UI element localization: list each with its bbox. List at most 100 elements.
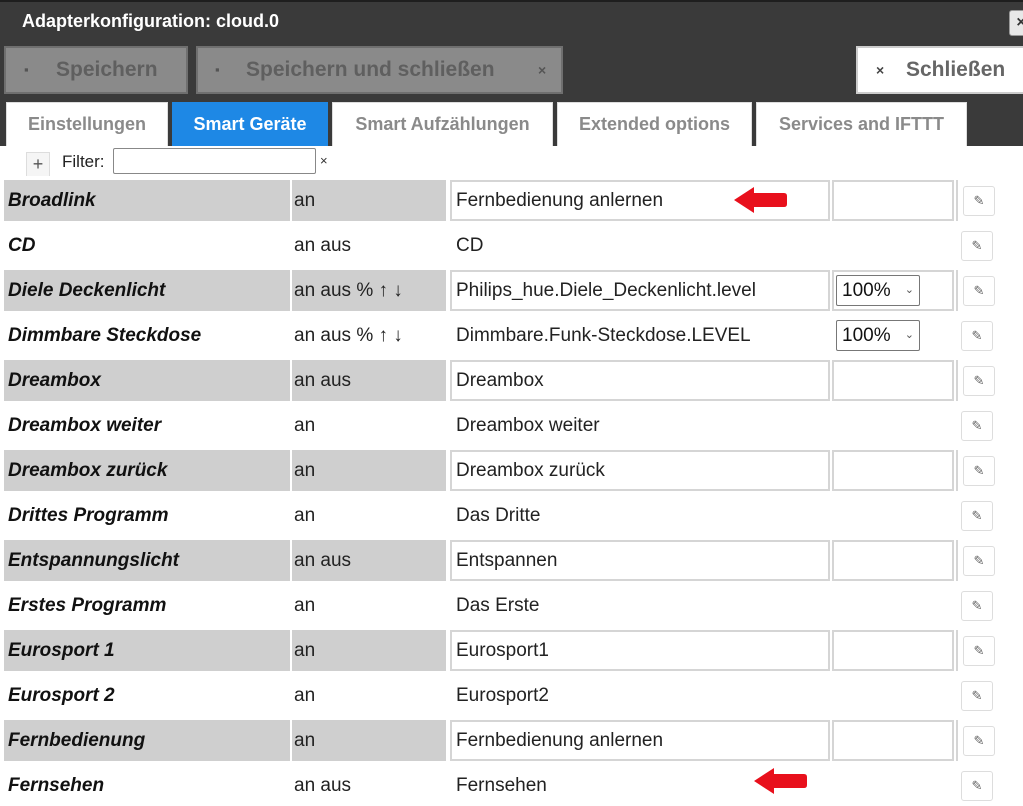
table-row: Dreambox an aus Dreambox ✎: [0, 358, 1023, 403]
edit-cell: ✎: [956, 180, 1023, 221]
tab-services-ifttt[interactable]: Services and IFTTT: [756, 102, 967, 146]
title-bar: Adapterkonfiguration: cloud.0 ×: [0, 0, 1023, 42]
devices-table: Broadlink an Fernbedienung anlernen ✎ CD an a…: [0, 178, 1023, 806]
table-row: Dimmbare Steckdose an aus % ↑ ↓ Dimmbare.F…: [0, 313, 1023, 358]
close-label: Schließen: [906, 58, 1006, 81]
device-actions: an aus: [292, 540, 446, 581]
pencil-icon[interactable]: ✎: [961, 681, 993, 711]
device-actions: an: [292, 450, 446, 491]
red-arrow-icon: [734, 187, 787, 213]
device-extra-cell: 100% ⌄: [832, 270, 954, 311]
tab-smart-aufzaehlungen[interactable]: Smart Aufzählungen: [332, 102, 553, 146]
pencil-icon[interactable]: ✎: [961, 411, 993, 441]
device-name: Fernsehen: [8, 775, 105, 796]
device-actions: an: [294, 685, 316, 706]
edit-cell: ✎: [956, 585, 1023, 626]
table-row: Fernsehen an aus Fernsehen ✎: [0, 763, 1023, 806]
clear-filter-icon[interactable]: ×: [320, 153, 328, 168]
pencil-icon[interactable]: ✎: [963, 456, 995, 486]
device-extra-cell: [832, 630, 954, 671]
edit-cell: ✎: [956, 360, 1023, 401]
device-actions: an: [294, 505, 316, 526]
disk-icon: ▪: [215, 62, 220, 77]
device-extra-cell: [832, 675, 954, 716]
device-name: Broadlink: [4, 180, 290, 221]
device-id-field[interactable]: Das Dritte: [450, 495, 830, 536]
edit-cell: ✎: [956, 720, 1023, 761]
edit-cell: ✎: [956, 270, 1023, 311]
pencil-icon[interactable]: ✎: [961, 231, 993, 261]
device-name: Erstes Programm: [8, 595, 167, 616]
device-extra-cell: [832, 405, 954, 446]
pencil-icon[interactable]: ✎: [963, 636, 995, 666]
device-id-field[interactable]: Das Erste: [450, 585, 830, 626]
device-name: Eurosport 2: [8, 685, 115, 706]
disk-icon: ▪: [24, 62, 29, 77]
device-extra-cell: [832, 495, 954, 536]
tab-einstellungen[interactable]: Einstellungen: [6, 102, 168, 146]
edit-cell: ✎: [956, 540, 1023, 581]
table-row: Entspannungslicht an aus Entspannen ✎: [0, 538, 1023, 583]
device-name: Dreambox: [4, 360, 290, 401]
device-actions: an: [292, 180, 446, 221]
device-name: CD: [8, 235, 36, 256]
level-select[interactable]: 100% ⌄: [836, 320, 920, 351]
device-id-field[interactable]: Eurosport2: [450, 675, 830, 716]
device-id-field[interactable]: Dreambox weiter: [450, 405, 830, 446]
device-id-field[interactable]: CD: [450, 225, 830, 266]
edit-cell: ✎: [956, 225, 1023, 266]
filter-input[interactable]: [113, 148, 316, 174]
device-extra-cell: [832, 180, 954, 221]
device-id-field[interactable]: Entspannen: [450, 540, 830, 581]
device-id-field[interactable]: Dreambox: [450, 360, 830, 401]
pencil-icon[interactable]: ✎: [963, 366, 995, 396]
edit-cell: ✎: [956, 405, 1023, 446]
device-id-field[interactable]: Fernbedienung anlernen: [450, 720, 830, 761]
table-row: Dreambox weiter an Dreambox weiter ✎: [0, 403, 1023, 448]
pencil-icon[interactable]: ✎: [961, 771, 993, 801]
device-name: Eurosport 1: [4, 630, 290, 671]
table-row: Broadlink an Fernbedienung anlernen ✎: [0, 178, 1023, 223]
device-name: Fernbedienung: [4, 720, 290, 761]
table-row: Dreambox zurück an Dreambox zurück ✎: [0, 448, 1023, 493]
save-button[interactable]: ▪ Speichern: [4, 46, 188, 94]
edit-cell: ✎: [956, 450, 1023, 491]
pencil-icon[interactable]: ✎: [963, 276, 995, 306]
tab-extended-options[interactable]: Extended options: [557, 102, 752, 146]
table-row: Diele Deckenlicht an aus % ↑ ↓ Philips_hue…: [0, 268, 1023, 313]
pencil-icon[interactable]: ✎: [963, 546, 995, 576]
device-id-field[interactable]: Eurosport1: [450, 630, 830, 671]
table-row: Drittes Programm an Das Dritte ✎: [0, 493, 1023, 538]
filter-bar: + Filter: ×: [0, 146, 1023, 178]
device-extra-cell: [832, 720, 954, 761]
save-and-close-label: Speichern und schließen: [246, 58, 495, 81]
edit-cell: ✎: [956, 495, 1023, 536]
device-id-field[interactable]: Dreambox zurück: [450, 450, 830, 491]
device-name: Entspannungslicht: [4, 540, 290, 581]
level-select[interactable]: 100% ⌄: [836, 275, 920, 306]
save-label: Speichern: [56, 58, 158, 81]
close-button[interactable]: × Schließen: [856, 46, 1023, 94]
window-title: Adapterkonfiguration: cloud.0: [22, 11, 280, 31]
device-extra-cell: 100% ⌄: [832, 315, 954, 356]
device-name: Dreambox weiter: [8, 415, 162, 436]
device-actions: an aus: [292, 360, 446, 401]
device-actions: an: [294, 595, 316, 616]
save-and-close-button[interactable]: ▪ Speichern und schließen ×: [196, 46, 563, 94]
device-extra-cell: [832, 450, 954, 491]
edit-cell: ✎: [956, 315, 1023, 356]
device-extra-cell: [832, 540, 954, 581]
pencil-icon[interactable]: ✎: [961, 591, 993, 621]
tab-bar: Einstellungen Smart Geräte Smart Aufzähl…: [0, 98, 1023, 146]
pencil-icon[interactable]: ✎: [961, 501, 993, 531]
device-extra-cell: [832, 225, 954, 266]
device-name: Dreambox zurück: [4, 450, 290, 491]
add-icon[interactable]: +: [26, 152, 50, 176]
tab-smart-geraete[interactable]: Smart Geräte: [172, 102, 328, 146]
pencil-icon[interactable]: ✎: [963, 726, 995, 756]
pencil-icon[interactable]: ✎: [961, 321, 993, 351]
pencil-icon[interactable]: ✎: [963, 186, 995, 216]
device-id-field[interactable]: Dimmbare.Funk-Steckdose.LEVEL: [450, 315, 830, 356]
close-window-icon[interactable]: ×: [1009, 10, 1023, 36]
device-id-field[interactable]: Philips_hue.Diele_Deckenlicht.level: [450, 270, 830, 311]
